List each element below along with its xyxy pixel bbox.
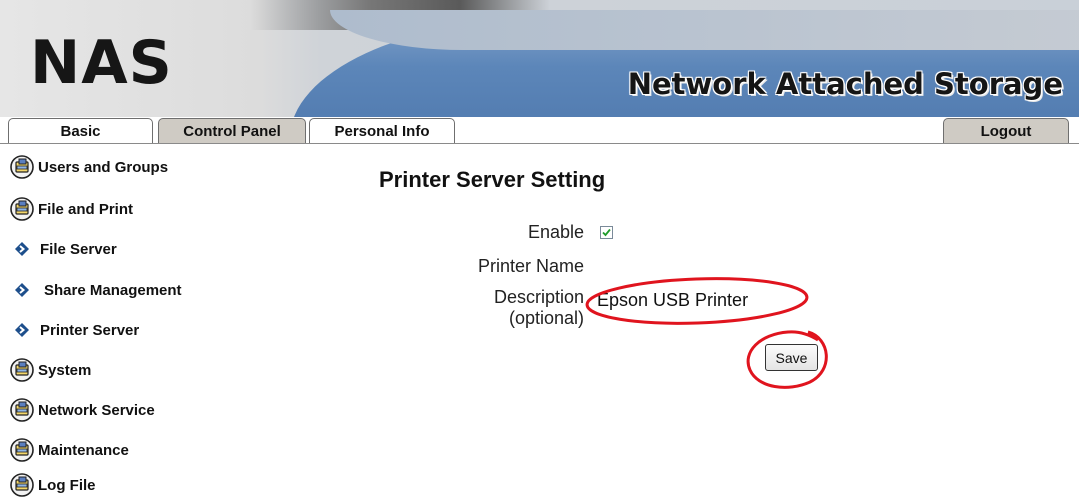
sidebar-item-share-management[interactable]: Share Management bbox=[10, 274, 182, 306]
tab-personal-info[interactable]: Personal Info bbox=[309, 118, 455, 144]
sidebar-item-label: Maintenance bbox=[38, 441, 129, 459]
folder-globe-icon bbox=[10, 358, 34, 382]
sidebar-item-label: System bbox=[38, 361, 92, 379]
sidebar-item-printer-server[interactable]: Printer Server bbox=[10, 314, 139, 346]
folder-globe-icon bbox=[10, 438, 34, 462]
sidebar-item-system[interactable]: System bbox=[10, 354, 91, 386]
enable-checkbox[interactable] bbox=[600, 226, 613, 239]
sidebar-item-label: Printer Server bbox=[40, 321, 140, 339]
sidebar-item-file-server[interactable]: File Server bbox=[10, 233, 117, 265]
sidebar-item-network-service[interactable]: Network Service bbox=[10, 394, 155, 426]
folder-globe-icon bbox=[10, 155, 34, 179]
sidebar-item-label: File Server bbox=[40, 240, 117, 258]
description-label-text: Description bbox=[493, 287, 584, 307]
sidebar-item-label: Log File bbox=[38, 476, 96, 494]
bullet-arrow-icon bbox=[15, 323, 29, 337]
description-input[interactable] bbox=[597, 288, 807, 312]
logout-button[interactable]: Logout bbox=[943, 118, 1069, 144]
enable-label: Enable bbox=[527, 222, 584, 242]
tab-control-panel[interactable]: Control Panel bbox=[158, 118, 306, 144]
sidebar-item-label: File and Print bbox=[38, 200, 134, 218]
sidebar-item-log-file[interactable]: Log File bbox=[10, 469, 96, 501]
printer-name-label: Printer Name bbox=[477, 256, 584, 276]
header-banner: NAS Network Attached Storage bbox=[0, 0, 1079, 117]
banner-subtitle: Network Attached Storage bbox=[627, 67, 1063, 101]
description-optional-text: (optional) bbox=[508, 308, 584, 328]
sidebar-item-label: Network Service bbox=[38, 401, 155, 419]
tab-basic[interactable]: Basic bbox=[8, 118, 153, 144]
page-title: Printer Server Setting bbox=[379, 167, 606, 192]
folder-globe-icon bbox=[10, 197, 34, 221]
save-button[interactable]: Save bbox=[765, 344, 818, 371]
description-label: Description (optional) bbox=[430, 287, 584, 329]
tab-divider bbox=[0, 143, 1079, 144]
nas-logo: NAS bbox=[30, 28, 173, 98]
sidebar-item-label: Share Management bbox=[44, 281, 182, 299]
checkmark-icon bbox=[602, 228, 611, 237]
bullet-arrow-icon bbox=[15, 242, 29, 256]
sidebar-item-maintenance[interactable]: Maintenance bbox=[10, 434, 129, 466]
bullet-arrow-icon bbox=[15, 283, 29, 297]
sidebar-item-file-and-print[interactable]: File and Print bbox=[10, 193, 133, 225]
sidebar-item-users-and-groups[interactable]: Users and Groups bbox=[10, 151, 168, 183]
folder-globe-icon bbox=[10, 398, 34, 422]
folder-globe-icon bbox=[10, 473, 34, 497]
sidebar-item-label: Users and Groups bbox=[38, 158, 169, 176]
